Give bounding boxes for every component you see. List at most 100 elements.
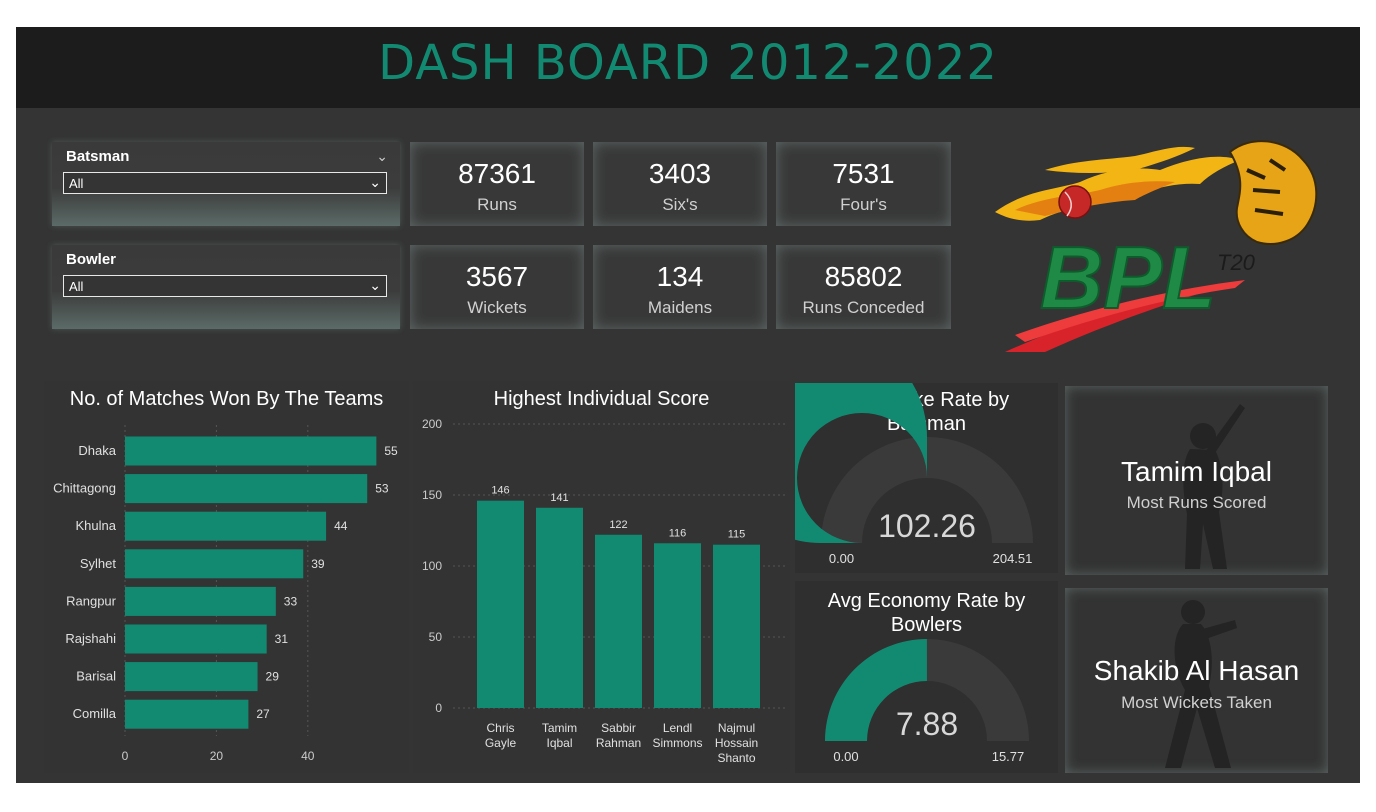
category-label: Rajshahi — [65, 631, 116, 646]
category-label: Sylhet — [80, 556, 117, 571]
y-tick-label: 0 — [435, 701, 442, 715]
category-label: Chittagong — [53, 481, 116, 496]
data-label: 27 — [256, 707, 270, 721]
bowler-slicer-label: Bowler — [66, 251, 117, 268]
data-label: 115 — [728, 529, 746, 541]
category-label: Chris — [486, 721, 514, 735]
data-label: 141 — [550, 492, 568, 504]
gauge-value: 102.26 — [878, 508, 976, 544]
highest-score-chart: 0 50 100 150 200 146 ChrisGayle 141 TamimIqbal 12… — [422, 417, 785, 765]
data-label: 29 — [266, 670, 280, 684]
category-label: Najmul — [718, 721, 755, 735]
gauge-value: 7.88 — [896, 706, 958, 742]
kpi-label: Four's — [840, 195, 887, 214]
player-desc: Most Runs Scored — [1126, 493, 1267, 512]
category-label: Sabbir — [601, 721, 636, 735]
kpi-runs: 87361 Runs — [410, 142, 584, 226]
kpi-wickets: 3567 Wickets — [410, 245, 584, 329]
data-label: 33 — [284, 594, 298, 608]
kpi-value: 7531 — [832, 158, 895, 189]
category-label: Khulna — [76, 518, 117, 533]
kpi-value: 3403 — [648, 158, 712, 189]
bowler-dropdown-value: All — [69, 279, 84, 294]
bar — [536, 507, 583, 708]
x-tick-label: 0 — [122, 749, 129, 763]
bar — [125, 662, 258, 692]
bar — [125, 474, 368, 504]
data-label: 146 — [491, 485, 509, 497]
category-label: Barisal — [76, 669, 116, 684]
player-desc: Most Wickets Taken — [1121, 693, 1272, 712]
x-tick-label: 40 — [301, 749, 315, 763]
gauge-max-label: 204.51 — [993, 551, 1033, 566]
kpi-sixes: 3403 Six's — [593, 142, 767, 226]
category-label: Shanto — [717, 751, 755, 765]
bar — [125, 436, 377, 466]
kpi-label: Six's — [662, 195, 698, 214]
category-label: Rahman — [596, 736, 641, 750]
chevron-down-icon[interactable]: ⌄ — [369, 174, 381, 191]
kpi-runs-conceded: 85802 Runs Conceded — [776, 245, 951, 329]
data-label: 122 — [609, 519, 627, 531]
batsman-slicer-label: Batsman — [66, 148, 130, 165]
category-label: Iqbal — [546, 736, 572, 750]
data-label: 44 — [334, 519, 348, 533]
y-tick-label: 100 — [422, 559, 442, 573]
gauge-min-label: 0.00 — [833, 749, 858, 764]
bar — [125, 586, 276, 616]
batsman-dropdown-value: All — [69, 176, 84, 191]
player-name: Tamim Iqbal — [1121, 456, 1272, 487]
bar — [654, 543, 701, 708]
kpi-value: 85802 — [824, 261, 903, 292]
matches-won-chart: 0 20 40 Dhaka 55 Chittagong 53 Khulna 44 Sylhet 39… — [53, 425, 398, 763]
bar — [713, 544, 760, 708]
player-name: Shakib Al Hasan — [1093, 655, 1300, 686]
data-label: 55 — [384, 444, 398, 458]
logo-text: BPL — [1040, 228, 1216, 327]
strike-rate-gauge: 102.26 0.00 204.51 — [795, 383, 1033, 566]
kpi-label: Runs Conceded — [802, 298, 925, 317]
category-label: Hossain — [715, 736, 758, 750]
category-label: Dhaka — [78, 443, 116, 458]
category-label: Comilla — [73, 706, 117, 721]
bar — [125, 624, 267, 654]
kpi-label: Runs — [477, 195, 517, 214]
batsman-dropdown[interactable]: All ⌄ — [63, 172, 387, 194]
data-label: 116 — [669, 527, 687, 539]
category-label: Gayle — [485, 736, 517, 750]
data-label: 53 — [375, 482, 389, 496]
y-tick-label: 200 — [422, 417, 442, 431]
kpi-value: 134 — [656, 261, 704, 292]
data-label: 31 — [275, 632, 289, 646]
gauge-min-label: 0.00 — [829, 551, 854, 566]
gauge-max-label: 15.77 — [992, 749, 1025, 764]
x-tick-label: 20 — [210, 749, 224, 763]
bpl-logo: BPL T20 — [995, 140, 1318, 352]
y-tick-label: 50 — [429, 630, 443, 644]
page-title: DASH BOARD 2012-2022 — [378, 35, 998, 91]
data-label: 39 — [311, 557, 325, 571]
bar — [595, 534, 642, 708]
category-label: Rangpur — [66, 593, 117, 608]
category-label: Lendl — [663, 721, 692, 735]
kpi-maidens: 134 Maidens — [593, 245, 767, 329]
kpi-value: 87361 — [458, 158, 536, 189]
kpi-label: Wickets — [467, 298, 527, 317]
kpi-fours: 7531 Four's — [776, 142, 951, 226]
most-runs-card: Tamim Iqbal Most Runs Scored — [1065, 386, 1328, 575]
logo-subtext: T20 — [1217, 250, 1256, 275]
category-label: Simmons — [652, 736, 702, 750]
kpi-value: 3567 — [465, 261, 529, 292]
bowler-slicer[interactable]: Bowler All ⌄ — [52, 245, 400, 329]
y-tick-label: 150 — [422, 488, 442, 502]
chevron-down-icon[interactable]: ⌄ — [376, 148, 388, 165]
bar — [125, 511, 327, 541]
chevron-down-icon[interactable]: ⌄ — [369, 277, 381, 294]
economy-gauge: 7.88 0.00 15.77 — [825, 639, 1029, 764]
batsman-slicer[interactable]: Batsman ⌄ All ⌄ — [52, 142, 400, 226]
category-label: Tamim — [542, 721, 577, 735]
bar — [125, 699, 249, 729]
most-wickets-card: Shakib Al Hasan Most Wickets Taken — [1065, 588, 1328, 773]
bowler-dropdown[interactable]: All ⌄ — [63, 275, 387, 297]
kpi-label: Maidens — [647, 298, 713, 317]
